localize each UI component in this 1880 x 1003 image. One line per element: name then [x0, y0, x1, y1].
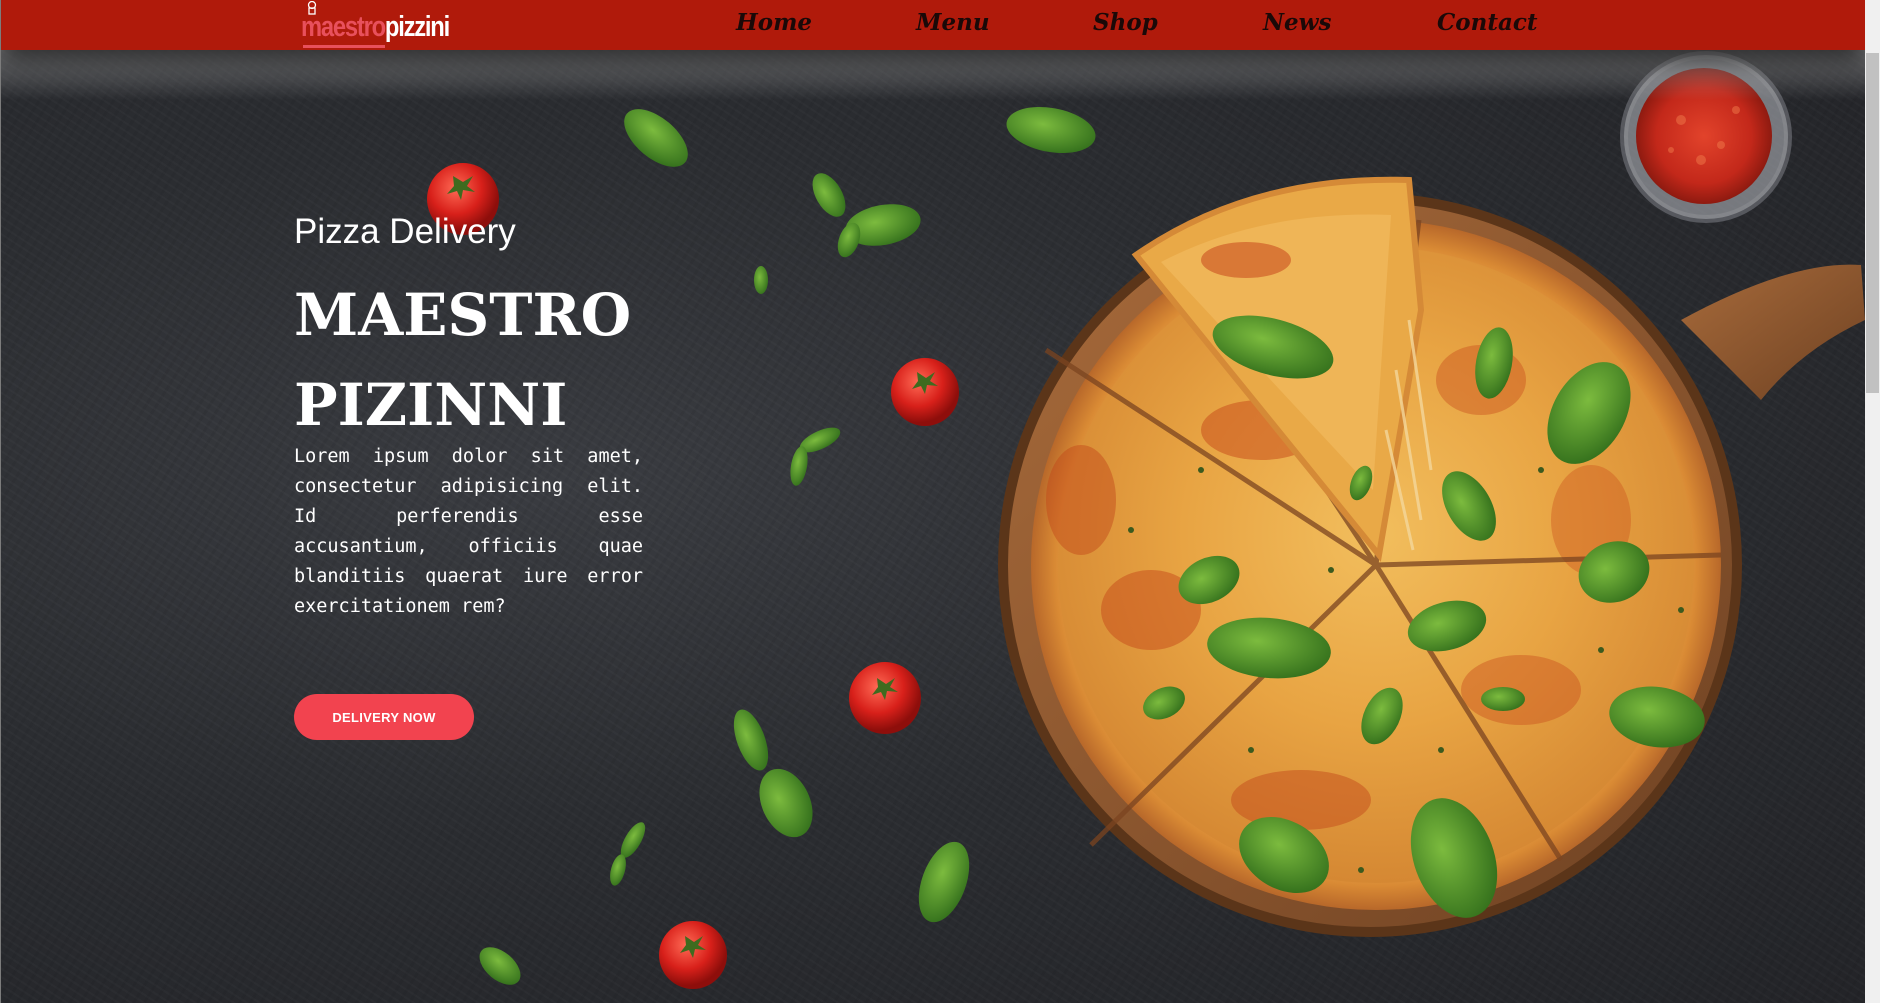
tomato-icon: [659, 921, 727, 989]
nav-link-home[interactable]: Home: [736, 9, 812, 36]
hero-section: Pizza Delivery MAESTRO PIZINNI Lorem ips…: [1, 50, 1865, 1003]
nav-link-contact[interactable]: Contact: [1437, 9, 1538, 36]
tomato-icon: [891, 358, 959, 426]
delivery-now-button[interactable]: DELIVERY NOW: [294, 694, 474, 740]
hero-description: Lorem ipsum dolor sit amet, consectetur …: [294, 446, 643, 617]
hero-title-line-2: PIZINNI: [294, 371, 568, 439]
hero-title-line-1: MAESTRO: [294, 281, 632, 349]
site-header: maestropizzini Home Menu Shop News Conta…: [1, 0, 1865, 50]
hero-title: MAESTRO PIZINNI: [294, 270, 654, 450]
scrollbar-thumb[interactable]: [1866, 53, 1879, 393]
logo-text-maestro: maestro: [301, 11, 386, 43]
hero-artwork: [427, 51, 1865, 989]
logo-text-pizzini: pizzini: [384, 11, 450, 43]
nav-link-shop[interactable]: Shop: [1093, 9, 1158, 36]
page: Pizza Delivery MAESTRO PIZINNI Lorem ips…: [0, 0, 1865, 1003]
logo-text: maestropizzini: [301, 11, 450, 43]
logo-underline: [303, 45, 385, 48]
nav-link-menu[interactable]: Menu: [916, 9, 990, 36]
nav-link-news[interactable]: News: [1263, 9, 1331, 36]
tomato-icon: [849, 662, 921, 734]
header-shadow: [1, 50, 1865, 100]
hero-subtitle: Pizza Delivery: [294, 212, 516, 251]
site-logo[interactable]: maestropizzini: [299, 0, 459, 50]
